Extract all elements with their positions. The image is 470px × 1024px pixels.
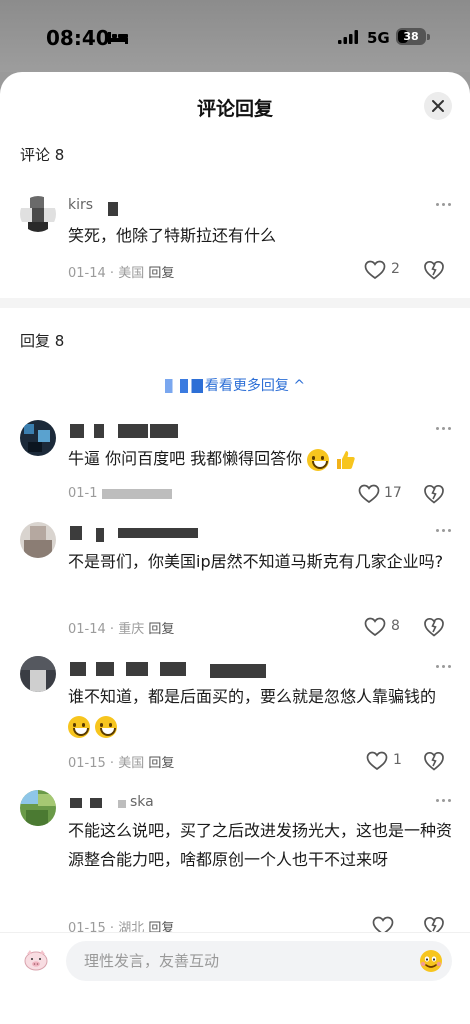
reply-location: 美国: [118, 756, 145, 771]
reply-count-label: 回复 8: [20, 332, 65, 350]
chevron-up-icon: ^: [293, 378, 306, 394]
dislike-icon[interactable]: [423, 483, 445, 505]
reply-button[interactable]: 回复: [148, 622, 174, 637]
username-censor: [70, 526, 82, 540]
username-censor: [118, 528, 198, 538]
battery-tip: [427, 34, 430, 40]
avatar[interactable]: [20, 420, 56, 456]
avatar[interactable]: [20, 196, 56, 232]
close-icon: [432, 100, 444, 112]
reply-text: 不是哥们，你美国ip居然不知道马斯克有几家企业吗?: [68, 552, 444, 571]
section-divider: [0, 298, 470, 308]
username-censor: [94, 424, 104, 438]
battery-icon: 38: [396, 28, 426, 45]
like-count: 2: [391, 261, 400, 277]
emoji-picker-icon[interactable]: [418, 948, 444, 974]
reply-location: 重庆: [118, 622, 145, 637]
username-censor: [126, 662, 148, 676]
like-icon[interactable]: [358, 484, 380, 504]
comment-date: 01-14: [68, 266, 106, 281]
avatar[interactable]: [20, 790, 56, 826]
username-censor: [90, 798, 102, 808]
expand-more-replies[interactable]: 看看更多回复 ^: [0, 375, 470, 395]
username-censor: [70, 662, 86, 676]
comment-username[interactable]: kirs: [68, 197, 93, 215]
dislike-icon[interactable]: [423, 616, 445, 638]
more-icon[interactable]: [434, 426, 454, 432]
reply-date: 01-14: [68, 622, 106, 637]
cellular-signal-icon: [338, 30, 358, 44]
username-censor: [118, 800, 126, 808]
like-count: 1: [393, 752, 402, 768]
grinning-emoji-icon: [95, 715, 118, 738]
battery-percent: 38: [403, 30, 419, 43]
reply-button[interactable]: 回复: [148, 266, 174, 281]
comment-input[interactable]: 理性发言，友善互动: [66, 941, 452, 981]
reply-username[interactable]: ska: [130, 794, 154, 812]
username-censor: [108, 202, 118, 216]
status-bar: 08:40 5G 38: [0, 0, 470, 72]
status-time: 08:40: [46, 26, 110, 50]
laughing-crying-emoji-icon: [307, 448, 330, 471]
more-icon[interactable]: [434, 202, 454, 208]
reply-meta: 01-1: [68, 486, 172, 501]
reply-meta: 01-15 · 美国 回复: [68, 756, 175, 771]
reply-date: 01-1: [68, 486, 98, 501]
reply-date: 01-15: [68, 756, 106, 771]
reply-text: 牛逼 你问百度吧 我都懒得回答你: [68, 444, 456, 473]
like-count: 8: [391, 618, 400, 634]
username-censor: [96, 662, 114, 676]
dislike-icon[interactable]: [423, 750, 445, 772]
expand-label[interactable]: 看看更多回复: [205, 378, 289, 394]
dislike-icon[interactable]: [423, 259, 445, 281]
comment-count-label: 评论 8: [20, 146, 65, 164]
sleep-focus-icon: [108, 32, 128, 44]
username-censor: [70, 424, 84, 438]
expand-label-censor: [164, 379, 203, 393]
reply-meta: 01-14 · 重庆 回复: [68, 622, 175, 637]
reply-text: 不能这么说吧，买了之后改进发扬光大，这也是一种资源整合能力吧，啥都原创一个人也干…: [68, 821, 453, 869]
comment-location: 美国: [118, 266, 145, 281]
like-icon[interactable]: [364, 617, 386, 637]
grinning-emoji-icon: [68, 715, 90, 738]
meta-censor: [101, 488, 172, 499]
username-censor: [160, 662, 186, 676]
username-censor: [96, 528, 104, 542]
comment-input-bar: 理性发言，友善互动: [0, 932, 470, 1024]
reply-text-content: 谁不知道，都是后面买的，要么就是忽悠人靠骗钱的: [68, 687, 437, 706]
like-icon[interactable]: [366, 751, 388, 771]
reply-button[interactable]: 回复: [148, 756, 174, 771]
reply-text-content: 牛逼 你问百度吧 我都懒得回答你: [68, 449, 303, 468]
avatar[interactable]: [20, 522, 56, 558]
like-count: 17: [384, 485, 402, 501]
comment-text: 笑死，他除了特斯拉还有什么: [68, 226, 277, 245]
thumbs-up-emoji-icon: [337, 450, 356, 469]
like-icon[interactable]: [364, 260, 386, 280]
username-censor: [150, 424, 178, 438]
username-censor: [118, 424, 148, 438]
close-button[interactable]: [424, 92, 452, 120]
avatar[interactable]: [20, 656, 56, 692]
username-censor: [210, 664, 266, 678]
network-type: 5G: [367, 29, 390, 47]
comment-meta: 01-14 · 美国 回复: [68, 266, 175, 281]
sheet-title: 评论回复: [196, 98, 273, 120]
username-censor: [70, 798, 82, 808]
more-icon[interactable]: [434, 528, 454, 534]
pig-avatar-icon[interactable]: [22, 947, 50, 973]
more-icon[interactable]: [434, 798, 454, 804]
more-icon[interactable]: [434, 664, 454, 670]
reply-text: 谁不知道，都是后面买的，要么就是忽悠人靠骗钱的: [68, 682, 456, 740]
comment-reply-sheet: 评论回复 评论 8 kirs 笑死，他除了特斯拉还有什么 01-14 · 美国 …: [0, 72, 470, 1024]
